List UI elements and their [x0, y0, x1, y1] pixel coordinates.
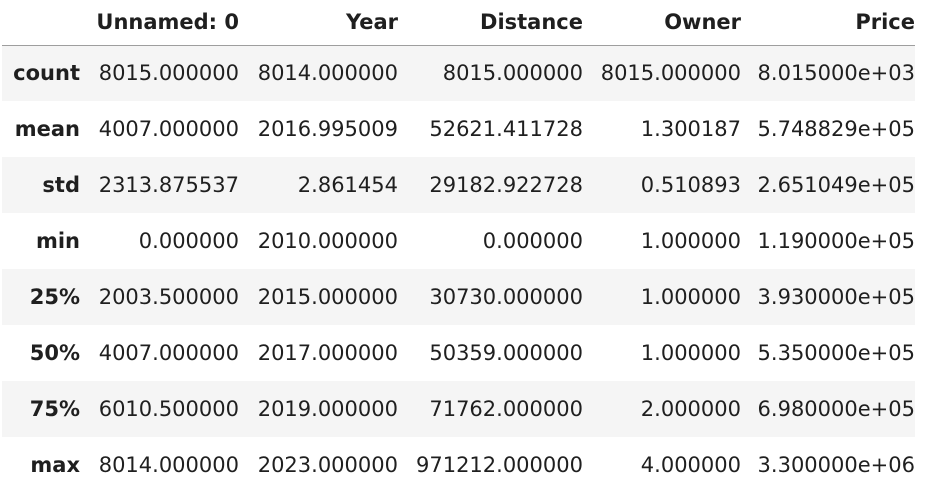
column-header-unnamed-0: Unnamed: 0 — [80, 0, 239, 46]
header-row: Unnamed: 0 Year Distance Owner Price — [2, 0, 915, 46]
table-cell: 2017.000000 — [257, 341, 398, 365]
table-cell: 0.510893 — [640, 173, 741, 197]
table-row: count 8015.000000 8014.000000 8015.00000… — [2, 45, 915, 101]
table-cell: 6010.500000 — [98, 397, 239, 421]
table-cell: 8015.000000 — [442, 61, 583, 86]
table-body: count 8015.000000 8014.000000 8015.00000… — [2, 45, 915, 493]
table-row: 25% 2003.500000 2015.000000 30730.000000… — [2, 269, 915, 325]
table-cell: 8015.000000 — [600, 61, 741, 86]
table-cell: 2.861454 — [297, 173, 398, 197]
row-index-label: max — [30, 453, 80, 477]
table-row: 75% 6010.500000 2019.000000 71762.000000… — [2, 381, 915, 437]
describe-dataframe-table: Unnamed: 0 Year Distance Owner Price cou… — [2, 0, 915, 493]
table-cell: 2003.500000 — [98, 285, 239, 309]
row-index-label: 50% — [29, 341, 80, 365]
table-cell: 71762.000000 — [429, 397, 583, 421]
column-header-owner: Owner — [583, 0, 741, 46]
table-cell: 50359.000000 — [429, 341, 583, 365]
table-cell: 2.651049e+05 — [757, 173, 915, 197]
row-index-label: mean — [14, 117, 80, 141]
row-index-label: std — [42, 173, 80, 197]
row-index-label: 25% — [29, 285, 80, 309]
table-cell: 2016.995009 — [257, 117, 398, 141]
table-cell: 30730.000000 — [429, 285, 583, 309]
table-cell: 3.300000e+06 — [757, 453, 915, 477]
table-cell: 4007.000000 — [98, 117, 239, 141]
table-cell: 4.000000 — [640, 453, 741, 477]
column-header-distance: Distance — [398, 0, 583, 46]
table-cell: 0.000000 — [482, 229, 583, 253]
table-cell: 3.930000e+05 — [757, 285, 915, 309]
table-cell: 1.000000 — [640, 341, 741, 365]
table-header: Unnamed: 0 Year Distance Owner Price — [2, 0, 915, 46]
table-cell: 8.015000e+03 — [757, 61, 915, 86]
table-cell: 2.000000 — [640, 397, 741, 421]
table-cell: 2313.875537 — [98, 173, 239, 197]
table-cell: 1.000000 — [640, 285, 741, 309]
table-cell: 5.350000e+05 — [757, 341, 915, 365]
table-cell: 2010.000000 — [257, 229, 398, 253]
table-cell: 4007.000000 — [98, 341, 239, 365]
table-cell: 0.000000 — [138, 229, 239, 253]
row-index-label: count — [13, 61, 80, 86]
table-cell: 29182.922728 — [429, 173, 583, 197]
row-index-label: min — [35, 229, 80, 253]
table-cell: 2015.000000 — [257, 285, 398, 309]
table-row: std 2313.875537 2.861454 29182.922728 0.… — [2, 157, 915, 213]
table-cell: 8015.000000 — [98, 61, 239, 86]
table-cell: 1.190000e+05 — [757, 229, 915, 253]
table-cell: 2023.000000 — [257, 453, 398, 477]
table-cell: 1.300187 — [640, 117, 741, 141]
table-row: 50% 4007.000000 2017.000000 50359.000000… — [2, 325, 915, 381]
table-row: min 0.000000 2010.000000 0.000000 1.0000… — [2, 213, 915, 269]
table-row: mean 4007.000000 2016.995009 52621.41172… — [2, 101, 915, 157]
table-row: max 8014.000000 2023.000000 971212.00000… — [2, 437, 915, 493]
table-cell: 8014.000000 — [257, 61, 398, 86]
table-cell: 8014.000000 — [98, 453, 239, 477]
table-cell: 5.748829e+05 — [757, 117, 915, 141]
table-cell: 52621.411728 — [429, 117, 583, 141]
column-header-price: Price — [741, 0, 915, 46]
row-index-label: 75% — [29, 397, 80, 421]
table-cell: 971212.000000 — [415, 453, 583, 477]
index-header-corner — [2, 0, 80, 46]
column-header-year: Year — [239, 0, 398, 46]
table-cell: 1.000000 — [640, 229, 741, 253]
table-cell: 6.980000e+05 — [757, 397, 915, 421]
table-cell: 2019.000000 — [257, 397, 398, 421]
